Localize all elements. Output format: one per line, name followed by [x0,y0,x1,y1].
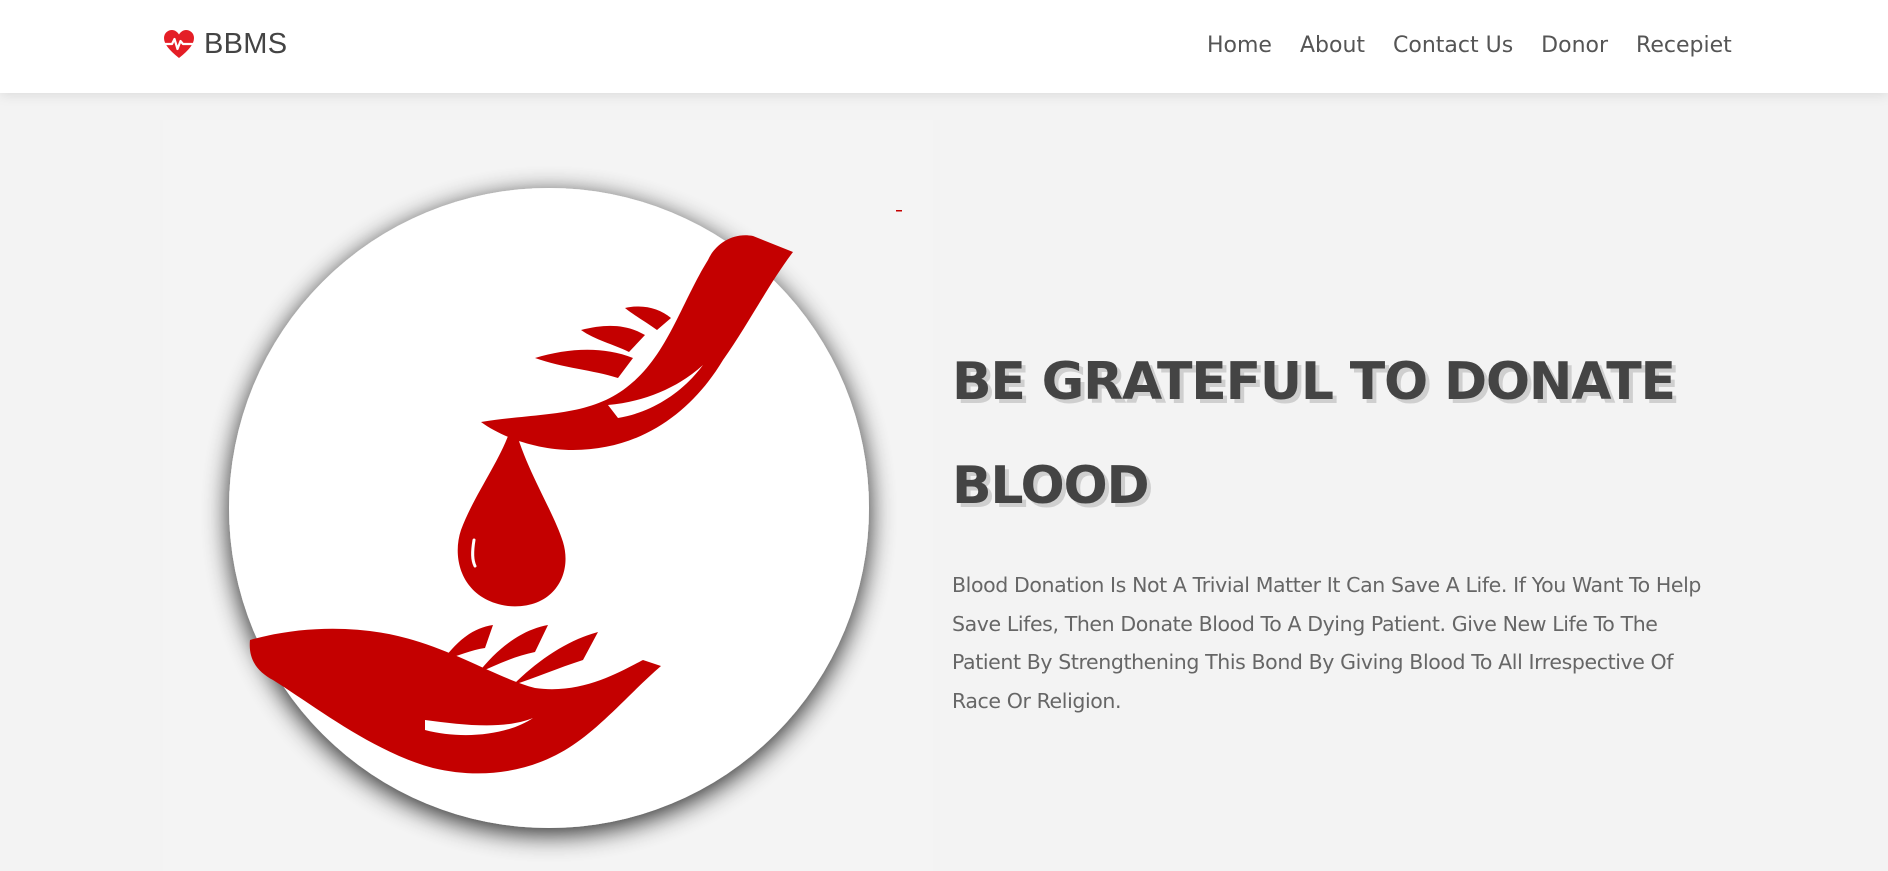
top-navbar: BBMS Home About Contact Us Donor Recepie… [0,0,1888,93]
nav-link-contact-us[interactable]: Contact Us [1393,33,1513,58]
hero-title: BE GRATEFUL TO DONATE BLOOD [952,352,1676,516]
nav-link-recepiet[interactable]: Recepiet [1636,33,1732,58]
nav-link-donor[interactable]: Donor [1541,33,1608,58]
hero-image-panel [163,120,933,871]
blood-donation-hands-illustration [229,188,902,828]
nav-link-home[interactable]: Home [1207,33,1272,58]
nav-link-about[interactable]: About [1300,33,1365,58]
hero-description: Blood Donation Is Not A Trivial Matter I… [952,573,1702,713]
main-nav: Home About Contact Us Donor Recepiet [1180,0,1732,90]
brand-name: BBMS [204,27,288,60]
brand-logo-link[interactable]: BBMS [163,24,287,64]
heart-pulse-icon [163,30,195,58]
hero-text-panel: BE GRATEFUL TO DONATE BLOOD Blood Donati… [952,330,1712,720]
